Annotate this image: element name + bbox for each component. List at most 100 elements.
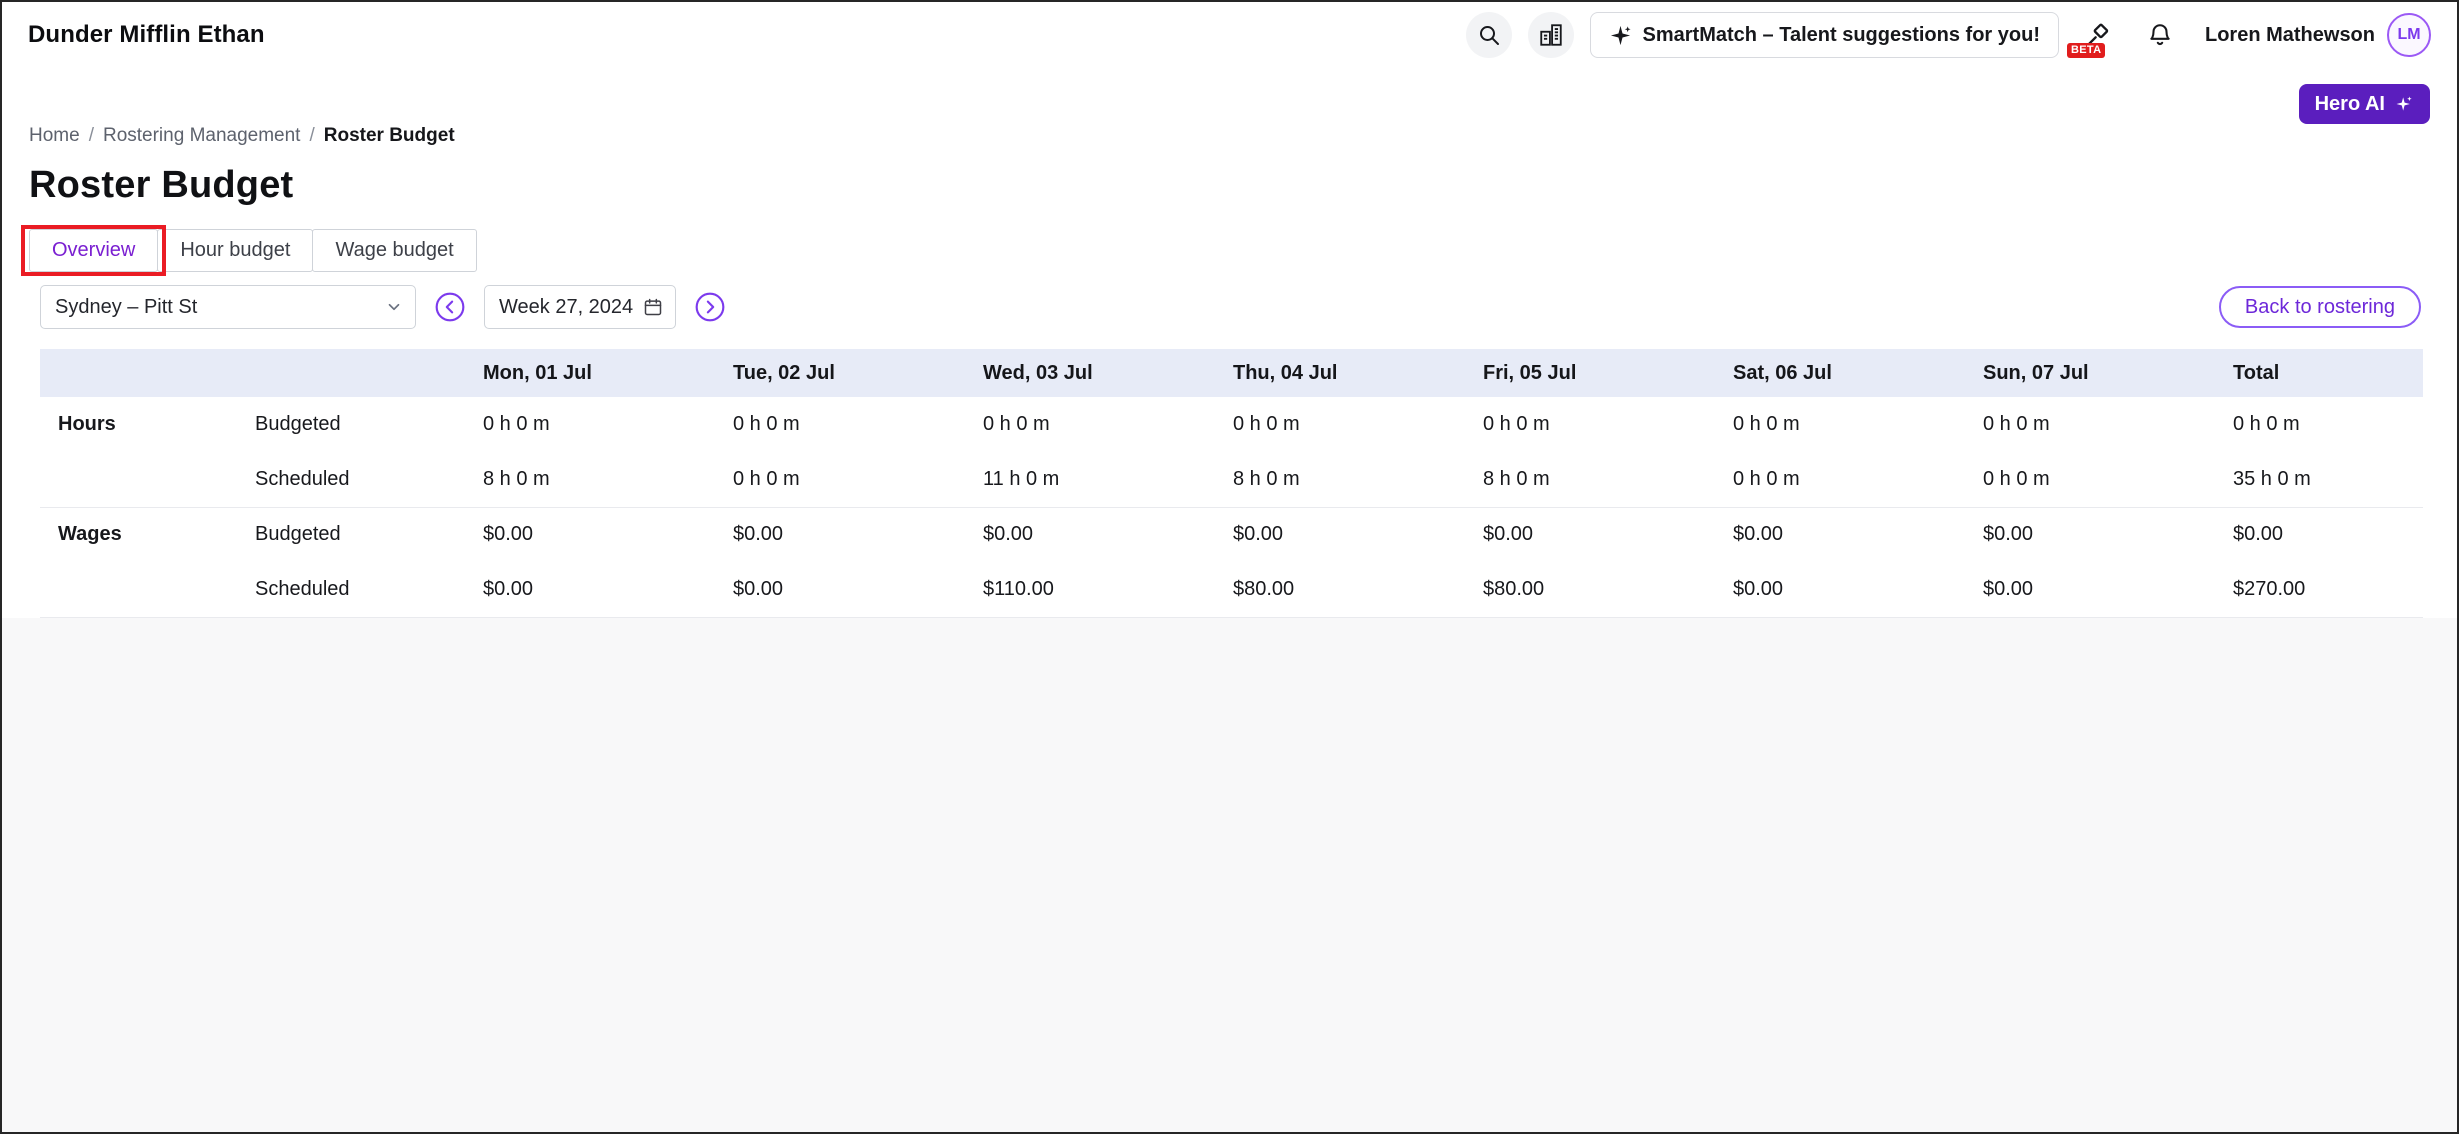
column-header-type	[245, 349, 473, 397]
cell: $0.00	[723, 562, 973, 617]
cell-total: $270.00	[2223, 562, 2423, 617]
table-header-row: Mon, 01 Jul Tue, 02 Jul Wed, 03 Jul Thu,…	[40, 349, 2423, 397]
cell: $0.00	[723, 507, 973, 562]
cell-total: 0 h 0 m	[2223, 397, 2423, 452]
row-type-label: Scheduled	[245, 452, 473, 507]
notifications-button[interactable]	[2137, 12, 2183, 58]
cell-total: 35 h 0 m	[2223, 452, 2423, 507]
breadcrumb-home[interactable]: Home	[29, 125, 80, 147]
smartmatch-label: SmartMatch – Talent suggestions for you!	[1643, 24, 2040, 47]
beta-badge: BETA	[2067, 43, 2105, 58]
tab-wage-budget-label: Wage budget	[335, 239, 453, 262]
column-header-fri: Fri, 05 Jul	[1473, 349, 1723, 397]
column-header-sun: Sun, 07 Jul	[1973, 349, 2223, 397]
cell: $0.00	[1973, 507, 2223, 562]
row-group-label: Wages	[40, 507, 245, 562]
cell: 0 h 0 m	[1473, 397, 1723, 452]
row-group-label	[40, 562, 245, 617]
cell: $0.00	[1223, 507, 1473, 562]
row-type-label: Budgeted	[245, 397, 473, 452]
column-header-sat: Sat, 06 Jul	[1723, 349, 1973, 397]
row-group-label: Hours	[40, 397, 245, 452]
table-row-wages-scheduled: Scheduled $0.00 $0.00 $110.00 $80.00 $80…	[40, 562, 2423, 617]
previous-week-button[interactable]	[433, 290, 467, 324]
chevron-down-icon	[385, 298, 403, 316]
roster-budget-table: Mon, 01 Jul Tue, 02 Jul Wed, 03 Jul Thu,…	[40, 349, 2423, 618]
cell: 11 h 0 m	[973, 452, 1223, 507]
tab-overview[interactable]: Overview	[29, 229, 158, 272]
top-bar-actions: SmartMatch – Talent suggestions for you!…	[1466, 12, 2431, 58]
cell: 0 h 0 m	[1223, 397, 1473, 452]
smartmatch-button[interactable]: SmartMatch – Talent suggestions for you!	[1590, 12, 2059, 58]
cell: 8 h 0 m	[1223, 452, 1473, 507]
chevron-right-circle-icon	[694, 291, 726, 323]
sparkles-icon	[2394, 94, 2414, 114]
search-icon	[1477, 23, 1501, 47]
cell: 0 h 0 m	[973, 397, 1223, 452]
breadcrumb-separator: /	[89, 125, 94, 147]
column-header-mon: Mon, 01 Jul	[473, 349, 723, 397]
cell: 0 h 0 m	[723, 452, 973, 507]
cell: $80.00	[1473, 562, 1723, 617]
tab-bar: Overview Hour budget Wage budget	[29, 229, 2430, 272]
cell: $0.00	[1973, 562, 2223, 617]
beta-feature-button[interactable]: BETA	[2075, 12, 2121, 58]
cell: 0 h 0 m	[473, 397, 723, 452]
cell: 0 h 0 m	[1973, 397, 2223, 452]
toolbar: Sydney – Pitt St Week 27, 2024 Back to r…	[40, 285, 2421, 329]
breadcrumb-current: Roster Budget	[324, 125, 455, 147]
cell: $110.00	[973, 562, 1223, 617]
row-group-label	[40, 452, 245, 507]
cell-total: $0.00	[2223, 507, 2423, 562]
column-header-tue: Tue, 02 Jul	[723, 349, 973, 397]
chevron-left-circle-icon	[434, 291, 466, 323]
back-to-rostering-button[interactable]: Back to rostering	[2219, 286, 2421, 328]
cell: 0 h 0 m	[723, 397, 973, 452]
cell: $0.00	[473, 507, 723, 562]
building-icon	[1538, 22, 1564, 48]
user-name: Loren Mathewson	[2205, 24, 2375, 47]
column-header-wed: Wed, 03 Jul	[973, 349, 1223, 397]
organisation-button[interactable]	[1528, 12, 1574, 58]
tab-wage-budget[interactable]: Wage budget	[312, 229, 476, 272]
sparkle-icon	[1609, 24, 1632, 47]
week-picker-value: Week 27, 2024	[499, 296, 633, 319]
user-menu[interactable]: Loren Mathewson LM	[2199, 13, 2431, 57]
calendar-icon	[643, 297, 663, 317]
column-header-group	[40, 349, 245, 397]
company-name: Dunder Mifflin Ethan	[28, 21, 265, 49]
breadcrumb-rostering-management[interactable]: Rostering Management	[103, 125, 301, 147]
next-week-button[interactable]	[693, 290, 727, 324]
cell: 8 h 0 m	[1473, 452, 1723, 507]
column-header-thu: Thu, 04 Jul	[1223, 349, 1473, 397]
row-type-label: Budgeted	[245, 507, 473, 562]
tab-hour-budget-label: Hour budget	[180, 239, 290, 262]
cell: $0.00	[473, 562, 723, 617]
cell: $0.00	[973, 507, 1223, 562]
cell: 8 h 0 m	[473, 452, 723, 507]
tab-hour-budget[interactable]: Hour budget	[157, 229, 313, 272]
cell: $0.00	[1723, 507, 1973, 562]
cell: $0.00	[1723, 562, 1973, 617]
hero-ai-row: Hero AI	[2, 68, 2457, 124]
app-window: Dunder Mifflin Ethan SmartMatch – Talent…	[0, 0, 2459, 1134]
location-select-value: Sydney – Pitt St	[55, 296, 197, 319]
bell-icon	[2147, 22, 2173, 48]
search-button[interactable]	[1466, 12, 1512, 58]
table-row-hours-budgeted: Hours Budgeted 0 h 0 m 0 h 0 m 0 h 0 m 0…	[40, 397, 2423, 452]
cell: 0 h 0 m	[1973, 452, 2223, 507]
breadcrumb-separator: /	[309, 125, 314, 147]
cell: 0 h 0 m	[1723, 452, 1973, 507]
tab-overview-label: Overview	[52, 239, 135, 262]
breadcrumb: Home / Rostering Management / Roster Bud…	[2, 124, 2457, 148]
page-background	[2, 618, 2457, 1133]
cell: 0 h 0 m	[1723, 397, 1973, 452]
hero-ai-button[interactable]: Hero AI	[2299, 84, 2430, 124]
week-picker[interactable]: Week 27, 2024	[484, 285, 676, 329]
page-title: Roster Budget	[29, 164, 2430, 207]
top-bar: Dunder Mifflin Ethan SmartMatch – Talent…	[2, 2, 2457, 68]
location-select[interactable]: Sydney – Pitt St	[40, 285, 416, 329]
table-row-wages-budgeted: Wages Budgeted $0.00 $0.00 $0.00 $0.00 $…	[40, 507, 2423, 562]
avatar: LM	[2387, 13, 2431, 57]
row-type-label: Scheduled	[245, 562, 473, 617]
